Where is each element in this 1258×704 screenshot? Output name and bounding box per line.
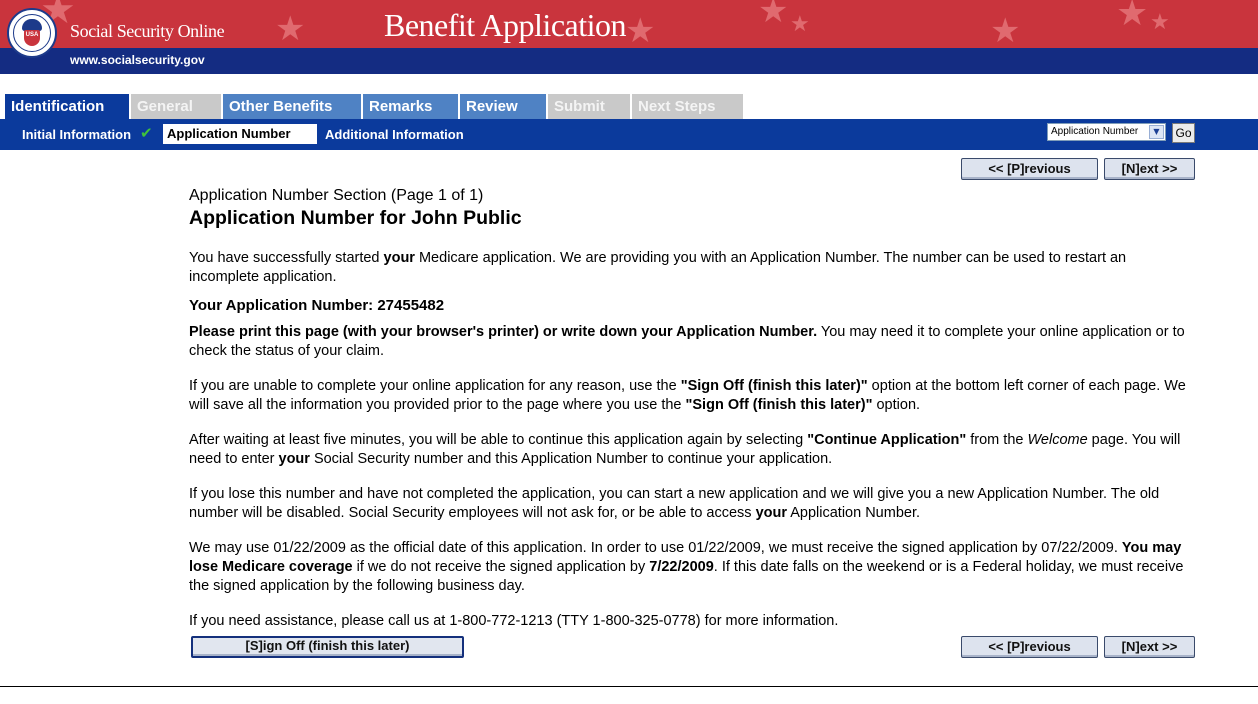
tab-submit: Submit (548, 94, 630, 119)
banner: ★ ★ ★ ★ ★ ★ ★ ★ Social Security Online B… (0, 0, 1258, 48)
section-select-value: Application Number (1051, 126, 1139, 137)
url-bar: www.socialsecurity.gov (0, 48, 1258, 74)
subnav-item-application-number: Application Number (163, 124, 317, 144)
star-decoration-icon: ★ (758, 0, 789, 31)
continue-paragraph: After waiting at least five minutes, you… (189, 432, 1181, 467)
main-content: Application Number Section (Page 1 of 1)… (189, 186, 1199, 640)
star-decoration-icon: ★ (1150, 10, 1170, 35)
application-number: Your Application Number: 27455482 (189, 296, 1199, 315)
tab-review[interactable]: Review (460, 94, 546, 119)
page-title: Application Number for John Public (189, 207, 522, 229)
chevron-down-icon[interactable]: ▼ (1149, 125, 1164, 139)
tab-identification[interactable]: Identification (5, 94, 129, 119)
lost-number-paragraph: If you lose this number and have not com… (189, 486, 1160, 521)
star-decoration-icon: ★ (275, 9, 306, 48)
subnav-item-initial-information[interactable]: Initial Information (22, 127, 131, 142)
site-name: Social Security Online (70, 21, 225, 41)
site-url-link[interactable]: www.socialsecurity.gov (70, 53, 205, 67)
previous-button-bottom[interactable]: << [P]revious (961, 636, 1098, 658)
next-button-top[interactable]: [N]ext >> (1104, 158, 1195, 180)
check-icon: ✔ (140, 124, 153, 142)
tab-remarks[interactable]: Remarks (363, 94, 458, 119)
official-date-paragraph: We may use 01/22/2009 as the official da… (189, 540, 1184, 594)
print-instruction-paragraph: Please print this page (with your browse… (189, 324, 1185, 359)
previous-button-top[interactable]: << [P]revious (961, 158, 1098, 180)
tab-other-benefits[interactable]: Other Benefits (223, 94, 361, 119)
assistance-paragraph: If you need assistance, please call us a… (189, 613, 839, 629)
ssa-seal-logo: USA (7, 8, 57, 58)
next-button-bottom[interactable]: [N]ext >> (1104, 636, 1195, 658)
sign-off-button[interactable]: [S]ign Off (finish this later) (191, 636, 464, 658)
app-title: Benefit Application (384, 7, 627, 43)
star-decoration-icon: ★ (1116, 0, 1149, 34)
sub-navigation: Initial Information ✔ Application Number… (0, 119, 1258, 150)
section-label: Application Number Section (Page 1 of 1) (189, 187, 484, 204)
section-select[interactable]: Application Number ▼ (1047, 123, 1166, 141)
application-number-value: 27455482 (377, 297, 445, 314)
star-decoration-icon: ★ (790, 12, 810, 37)
footer-divider (0, 686, 1258, 687)
star-decoration-icon: ★ (625, 11, 656, 48)
intro-paragraph: You have successfully started your Medic… (189, 250, 1127, 285)
application-number-label: Your Application Number: (189, 297, 378, 314)
sign-off-paragraph: If you are unable to complete your onlin… (189, 378, 1186, 413)
star-decoration-icon: ★ (990, 11, 1021, 48)
tab-next-steps: Next Steps (632, 94, 743, 119)
go-button[interactable]: Go (1172, 123, 1195, 143)
subnav-item-additional-information[interactable]: Additional Information (325, 127, 464, 142)
shield-icon: USA (24, 30, 40, 46)
tab-general: General (131, 94, 221, 119)
